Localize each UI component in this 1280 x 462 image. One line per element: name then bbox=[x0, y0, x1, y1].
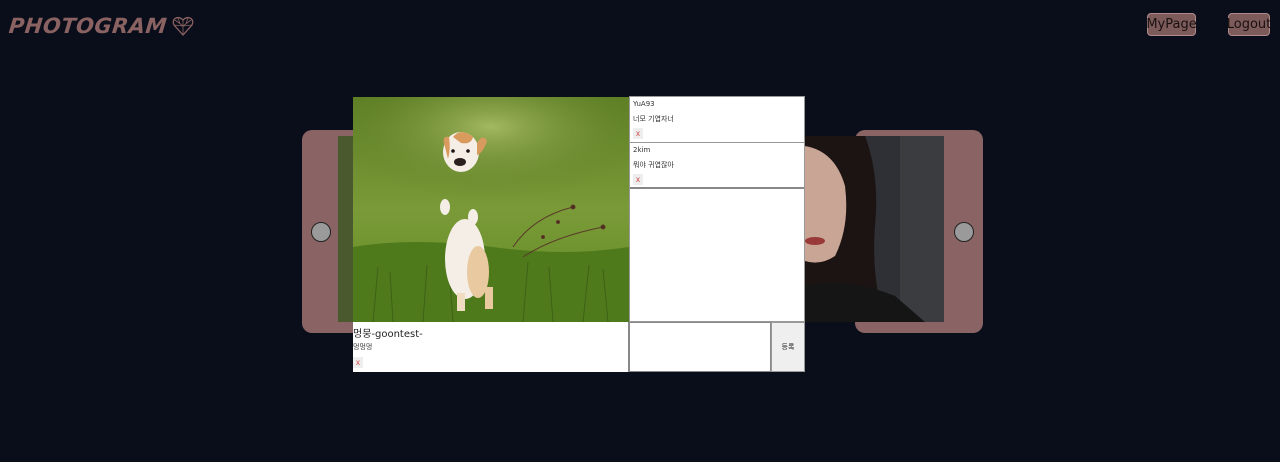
logout-button[interactable]: Logout bbox=[1227, 13, 1271, 36]
heart-logo-icon bbox=[172, 16, 194, 36]
comment-input[interactable] bbox=[629, 322, 771, 372]
post-caption: 멍멍멍 bbox=[353, 343, 373, 351]
post-info: 멍뭉-goontest- 멍멍멍 x bbox=[353, 322, 629, 372]
mypage-button[interactable]: MyPage bbox=[1146, 13, 1197, 36]
comment-item: YuA93 너모 기엽자너 x bbox=[630, 97, 804, 143]
logo-text: PHOTOGRAM bbox=[7, 14, 169, 38]
logo[interactable]: PHOTOGRAM bbox=[7, 12, 195, 40]
delete-post-button[interactable]: x bbox=[353, 357, 363, 368]
delete-comment-button[interactable]: x bbox=[633, 128, 643, 139]
comment-username: 2kim bbox=[633, 146, 651, 154]
comment-username: YuA93 bbox=[633, 100, 655, 108]
phone-home-button-icon bbox=[954, 222, 974, 242]
post-username: 멍뭉-goontest- bbox=[353, 329, 423, 340]
comment-text: 뭐야 귀엽잖아 bbox=[633, 161, 674, 169]
phone-screen-right-photo bbox=[805, 136, 944, 322]
post-image bbox=[353, 97, 629, 322]
submit-comment-button[interactable]: 등록 bbox=[771, 322, 805, 372]
comment-item: 2kim 뭐야 귀엽잖아 x bbox=[630, 143, 804, 189]
comments-panel: YuA93 너모 기엽자너 x 2kim 뭐야 귀엽잖아 x bbox=[629, 96, 805, 322]
phone-home-button-icon bbox=[311, 222, 331, 242]
delete-comment-button[interactable]: x bbox=[633, 174, 643, 185]
comment-text: 너모 기엽자너 bbox=[633, 115, 674, 123]
